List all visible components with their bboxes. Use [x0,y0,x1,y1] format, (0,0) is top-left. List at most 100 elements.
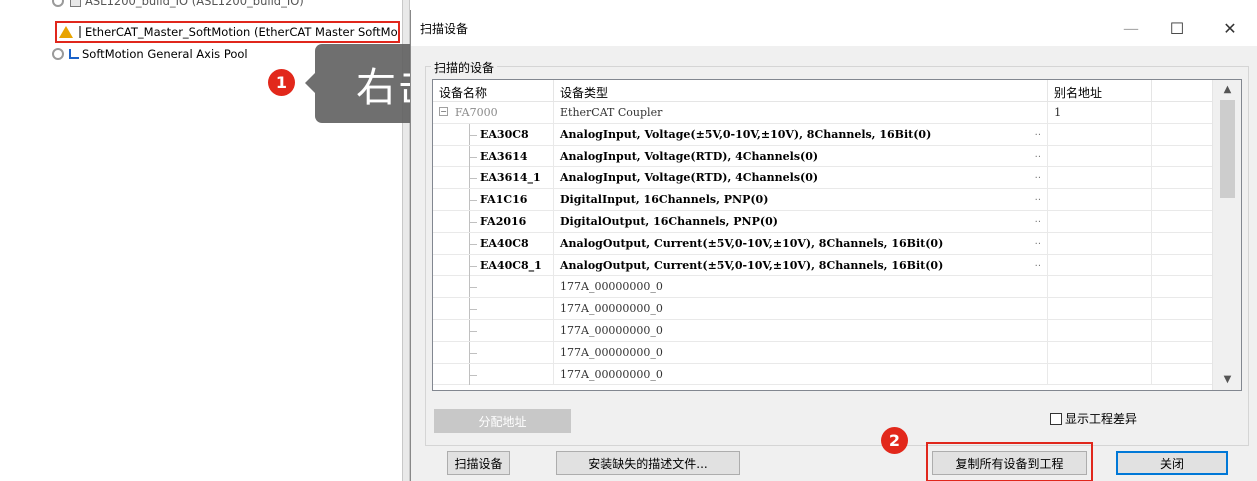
alias-address-cell[interactable] [1048,298,1152,320]
column-header-name[interactable]: 设备名称 [433,80,554,102]
device-type: EtherCAT Coupler [560,106,663,119]
blank-cell [1152,189,1213,211]
tree-line [469,374,477,376]
alias-address-cell[interactable] [1048,254,1152,276]
table-row[interactable]: FA2016 DigitalOutput, 16Channels, PNP(0).… [433,211,1213,233]
device-type: AnalogInput, Voltage(RTD), 4Channels(0) [560,171,819,185]
alias-address-cell[interactable] [1048,276,1152,298]
device-type-cell: 177A_00000000_0 [554,341,1048,363]
tree-line [469,309,477,311]
install-missing-files-button[interactable]: 安装缺失的描述文件... [556,451,740,475]
table-row[interactable]: 177A_00000000_0 [433,298,1213,320]
device-name-cell [433,320,554,341]
alias-address-cell[interactable] [1048,145,1152,167]
device-type-cell: AnalogInput, Voltage(RTD), 4Channels(0).… [554,167,1048,189]
minimize-button[interactable]: — [1111,15,1151,41]
device-type: 177A_00000000_0 [560,280,663,294]
more-dots[interactable]: .. [1035,214,1041,225]
blank-cell [1152,341,1213,363]
warning-icon [59,26,73,38]
blank-cell [1152,232,1213,254]
device-type-cell: AnalogInput, Voltage(RTD), 4Channels(0).… [554,145,1048,167]
tree-line [469,134,477,136]
blank-cell [1152,320,1213,341]
device-name: EA40C8 [480,236,529,250]
more-dots[interactable]: .. [1035,149,1041,160]
table-row[interactable]: 177A_00000000_0 [433,341,1213,364]
blank-cell [1152,254,1213,276]
device-name: EA40C8_1 [480,258,542,272]
device-name-cell: EA40C8_1 [433,254,554,276]
scroll-down-icon[interactable]: ▼ [1213,370,1241,390]
tree-item-axis-pool[interactable]: SoftMotion General Axis Pool [52,44,248,64]
alias-address-cell[interactable] [1048,341,1152,363]
device-type-cell: AnalogOutput, Current(±5V,0-10V,±10V), 8… [554,232,1048,254]
device-type: 177A_00000000_0 [560,345,663,359]
vertical-scrollbar[interactable]: ▲ ▼ [1212,80,1241,390]
close-window-button[interactable]: ✕ [1210,15,1250,41]
tree-line [469,331,477,332]
tree-line [469,265,477,267]
tree-line [469,222,477,223]
close-dialog-button[interactable]: 关闭 [1116,451,1228,475]
table-row[interactable]: EA40C8_1 AnalogOutput, Current(±5V,0-10V,… [433,254,1213,277]
show-diff-checkbox[interactable]: 显示工程差异 [1050,410,1137,427]
device-list[interactable]: 设备名称 设备类型 别名地址 − FA7000 EtherCAT Coupler 1 E… [432,79,1242,391]
alias-address-cell[interactable] [1048,232,1152,254]
device-name: FA7000 [455,106,498,119]
step-1-badge: 1 [268,69,295,96]
table-row[interactable]: − FA7000 EtherCAT Coupler 1 [433,102,1213,124]
tree-line [469,200,477,202]
device-type-cell: EtherCAT Coupler [554,102,1048,123]
alias-address-cell[interactable] [1048,320,1152,341]
alias-address-cell[interactable]: 1 [1048,102,1152,123]
device-name-cell: EA3614_1 [433,167,554,189]
tree-item-label: ASL1200_build_IO (ASL1200_build_IO) [85,0,304,8]
scroll-up-icon[interactable]: ▲ [1213,80,1241,100]
tree-item-ethercat-master[interactable]: EtherCAT_Master_SoftMotion (EtherCAT Mas… [55,21,400,43]
scan-devices-button[interactable]: 扫描设备 [447,451,510,475]
device-icon [79,26,81,38]
more-dots[interactable]: .. [1035,170,1041,181]
assign-address-button[interactable]: 分配地址 [434,409,571,433]
table-row[interactable]: EA3614 AnalogInput, Voltage(RTD), 4Channe… [433,145,1213,168]
table-row[interactable]: 177A_00000000_0 [433,363,1213,386]
collapse-icon[interactable]: − [439,107,448,116]
device-name-cell: − FA7000 [433,102,554,123]
alias-address-cell[interactable] [1048,189,1152,211]
tree-item-asl1200[interactable]: ASL1200_build_IO (ASL1200_build_IO) [52,0,304,11]
more-dots[interactable]: .. [1035,236,1041,247]
more-dots[interactable]: .. [1035,192,1041,203]
tree-item-label: SoftMotion General Axis Pool [82,47,248,61]
checkbox-box[interactable] [1050,412,1062,425]
tree-line [469,352,477,354]
device-name: FA1C16 [480,193,528,207]
checkbox-label: 显示工程差异 [1065,412,1138,426]
scan-devices-dialog: 扫描设备 — ☐ ✕ 扫描的设备 设备名称 设备类型 别名地址 − FA7000 E… [410,10,1257,481]
tree-line [469,178,477,180]
device-name-cell: EA3614 [433,145,554,167]
more-dots[interactable]: .. [1035,258,1041,269]
table-row[interactable]: 177A_00000000_0 [433,320,1213,342]
table-row[interactable]: 177A_00000000_0 [433,276,1213,299]
copy-button-highlight [926,442,1093,481]
device-name-cell: EA30C8 [433,123,554,145]
device-name-cell [433,363,554,385]
column-header-type[interactable]: 设备类型 [554,80,1048,102]
alias-address-cell[interactable] [1048,363,1152,385]
alias-address-cell[interactable] [1048,211,1152,232]
tree-line [469,287,477,289]
table-row[interactable]: EA40C8 AnalogOutput, Current(±5V,0-10V,±1… [433,232,1213,255]
alias-address-cell[interactable] [1048,123,1152,145]
dialog-title: 扫描设备 [420,22,469,36]
scroll-thumb[interactable] [1220,100,1235,198]
column-header-alias[interactable]: 别名地址 [1048,80,1152,102]
alias-address-cell[interactable] [1048,167,1152,189]
table-row[interactable]: EA3614_1 AnalogInput, Voltage(RTD), 4Chan… [433,167,1213,190]
device-type: 177A_00000000_0 [560,367,663,381]
table-row[interactable]: EA30C8 AnalogInput, Voltage(±5V,0-10V,±10… [433,123,1213,146]
more-dots[interactable]: .. [1035,127,1041,138]
maximize-button[interactable]: ☐ [1157,15,1197,41]
table-row[interactable]: FA1C16 DigitalInput, 16Channels, PNP(0).. [433,189,1213,211]
device-type: AnalogInput, Voltage(RTD), 4Channels(0) [560,149,819,163]
